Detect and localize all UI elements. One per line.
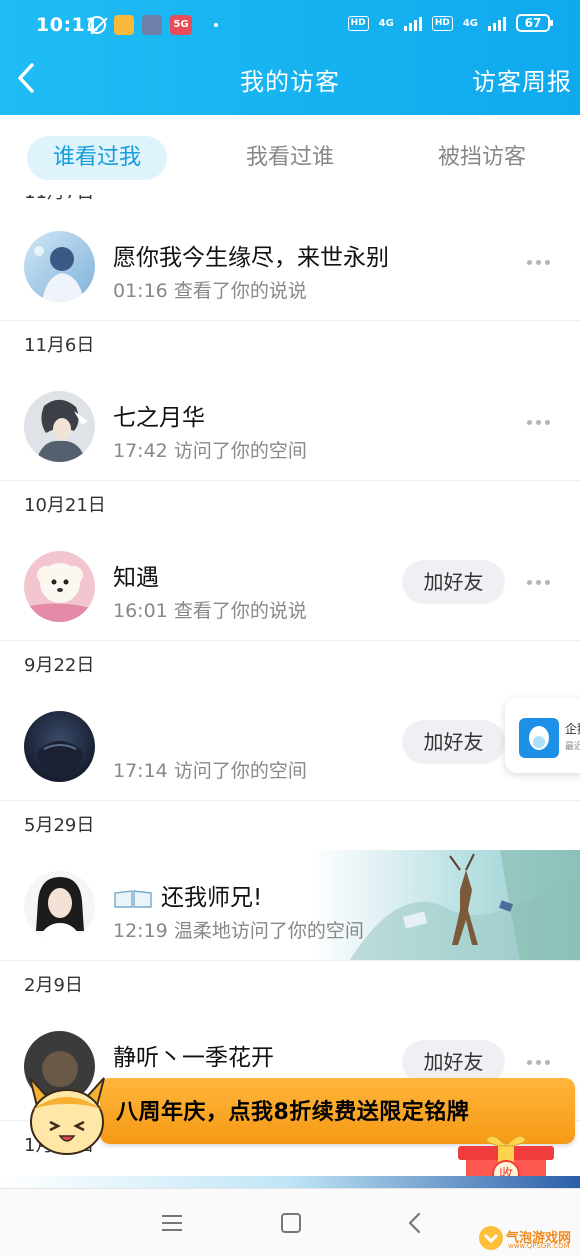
home-icon[interactable] (281, 1213, 301, 1233)
open-book-icon (114, 889, 152, 908)
visitor-name: 静听丶一季花开 (113, 1045, 274, 1071)
more-options-icon[interactable] (527, 1060, 550, 1065)
tab-who-viewed-me[interactable]: 谁看过我 (27, 136, 167, 180)
status-right: HD 4G HD 4G 67 (347, 14, 553, 32)
date-header: 2月9日 (0, 960, 580, 1010)
visitor-name: 愿你我今生缘尽，来世永别 (113, 245, 389, 271)
floating-card-subtitle: 最近 (565, 742, 580, 752)
fox-mascot-icon (20, 1070, 114, 1162)
list-item[interactable]: 知遇 16:01 查看了你的说说 加好友 (0, 530, 580, 640)
promo-text[interactable]: 八周年庆，点我8折续费送限定铭牌 (116, 1094, 469, 1126)
mute-icon (88, 16, 106, 34)
network-4g-label: 4G (378, 17, 394, 29)
visit-description: 01:16 查看了你的说说 (113, 280, 307, 302)
visit-description: 16:01 查看了你的说说 (113, 600, 307, 622)
visitor-name: 知遇 (113, 565, 159, 591)
watermark-logo-icon (479, 1226, 503, 1250)
notification-dot-icon (214, 23, 218, 27)
notes-app-icon (114, 15, 134, 35)
visit-description: 17:42 访问了你的空间 (113, 440, 307, 462)
menu-icon[interactable] (162, 1215, 182, 1231)
penguin-app-icon (519, 718, 559, 758)
weekly-report-button[interactable]: 访客周报 (472, 62, 572, 97)
signal-icon-2 (488, 15, 506, 31)
battery-icon: 67 (516, 14, 553, 32)
floating-enterprise-card[interactable]: 企鹅 最近 (505, 698, 580, 773)
bottom-banner-strip (0, 1176, 580, 1188)
profile-banner-image (310, 850, 580, 960)
visit-description: 12:19 温柔地访问了你的空间 (113, 920, 364, 942)
app-header: 10:11 5G HD 4G HD 4G 67 我的访客 访客周报 (0, 0, 580, 115)
date-header: 10月21日 (0, 480, 580, 530)
network-4g-label-2: 4G (462, 17, 478, 29)
avatar[interactable] (24, 231, 95, 302)
hd-badge-2: HD (431, 15, 453, 31)
list-item[interactable]: 七之月华 17:42 访问了你的空间 (0, 370, 580, 480)
list-item[interactable]: 还我师兄! 12:19 温柔地访问了你的空间 (0, 850, 580, 960)
avatar[interactable] (24, 391, 95, 462)
list-item[interactable]: 愿你我今生缘尽，来世永别 01:16 查看了你的说说 (0, 210, 580, 320)
floating-card-title: 企鹅 (565, 722, 580, 736)
avatar[interactable] (24, 871, 95, 942)
visit-description: 17:14 访问了你的空间 (113, 760, 307, 782)
more-options-icon[interactable] (527, 420, 550, 425)
date-header: 11月7日 (0, 195, 580, 210)
network-5g-icon: 5G (170, 15, 192, 35)
date-header: 9月22日 (0, 640, 580, 690)
visitor-list: 11月7日 愿你我今生缘尽，来世永别 01:16 查看了你的说说 11月6日 七… (0, 195, 580, 1170)
watermark-url: www.QPSGR.COM (508, 1242, 570, 1250)
add-friend-button[interactable]: 加好友 (402, 560, 505, 604)
avatar[interactable] (24, 711, 95, 782)
list-item[interactable]: 17:14 访问了你的空间 加好友 (0, 690, 580, 800)
tab-blocked-visitors[interactable]: 被挡访客 (420, 136, 544, 180)
settings-app-icon (142, 15, 162, 35)
add-friend-button[interactable]: 加好友 (402, 720, 505, 764)
signal-icon (403, 15, 422, 31)
more-options-icon[interactable] (527, 260, 550, 265)
visitor-name: 七之月华 (113, 405, 205, 431)
status-bar: 10:11 5G HD 4G HD 4G 67 (0, 0, 580, 50)
visitor-name: 还我师兄! (113, 878, 262, 912)
avatar[interactable] (24, 551, 95, 622)
date-header: 5月29日 (0, 800, 580, 850)
site-watermark: 气泡游戏网 www.QPSGR.COM (478, 1225, 578, 1251)
tab-bar: 谁看过我 我看过谁 被挡访客 (0, 115, 580, 195)
status-left-icons: 5G (88, 15, 218, 35)
hd-badge: HD (347, 15, 369, 31)
date-header: 11月6日 (0, 320, 580, 370)
more-options-icon[interactable] (527, 580, 550, 585)
tab-who-i-viewed[interactable]: 我看过谁 (228, 136, 352, 180)
system-back-icon[interactable] (405, 1211, 425, 1235)
